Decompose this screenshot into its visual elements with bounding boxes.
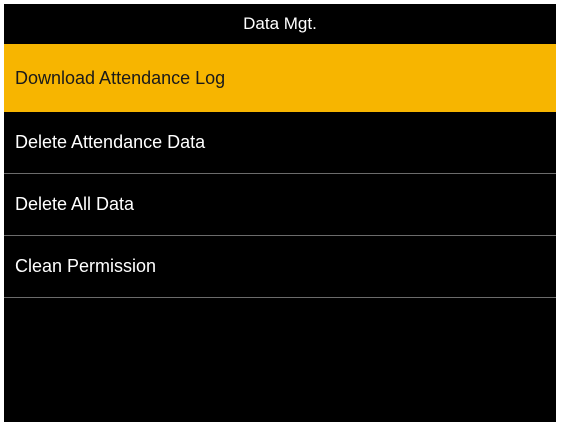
page-title: Data Mgt. [243, 14, 317, 33]
menu-item-delete-attendance-data[interactable]: Delete Attendance Data [4, 112, 556, 174]
menu-item-label: Delete Attendance Data [15, 132, 206, 152]
menu-item-label: Delete All Data [15, 194, 135, 214]
menu-item-download-attendance-log[interactable]: Download Attendance Log [4, 44, 556, 112]
menu-list: Download Attendance Log Delete Attendanc… [4, 44, 556, 298]
device-screen: Data Mgt. Download Attendance Log Delete… [4, 4, 556, 422]
menu-item-label: Clean Permission [15, 256, 157, 276]
menu-item-delete-all-data[interactable]: Delete All Data [4, 174, 556, 236]
menu-item-clean-permission[interactable]: Clean Permission [4, 236, 556, 298]
title-bar: Data Mgt. [4, 4, 556, 44]
menu-item-label: Download Attendance Log [15, 67, 226, 88]
